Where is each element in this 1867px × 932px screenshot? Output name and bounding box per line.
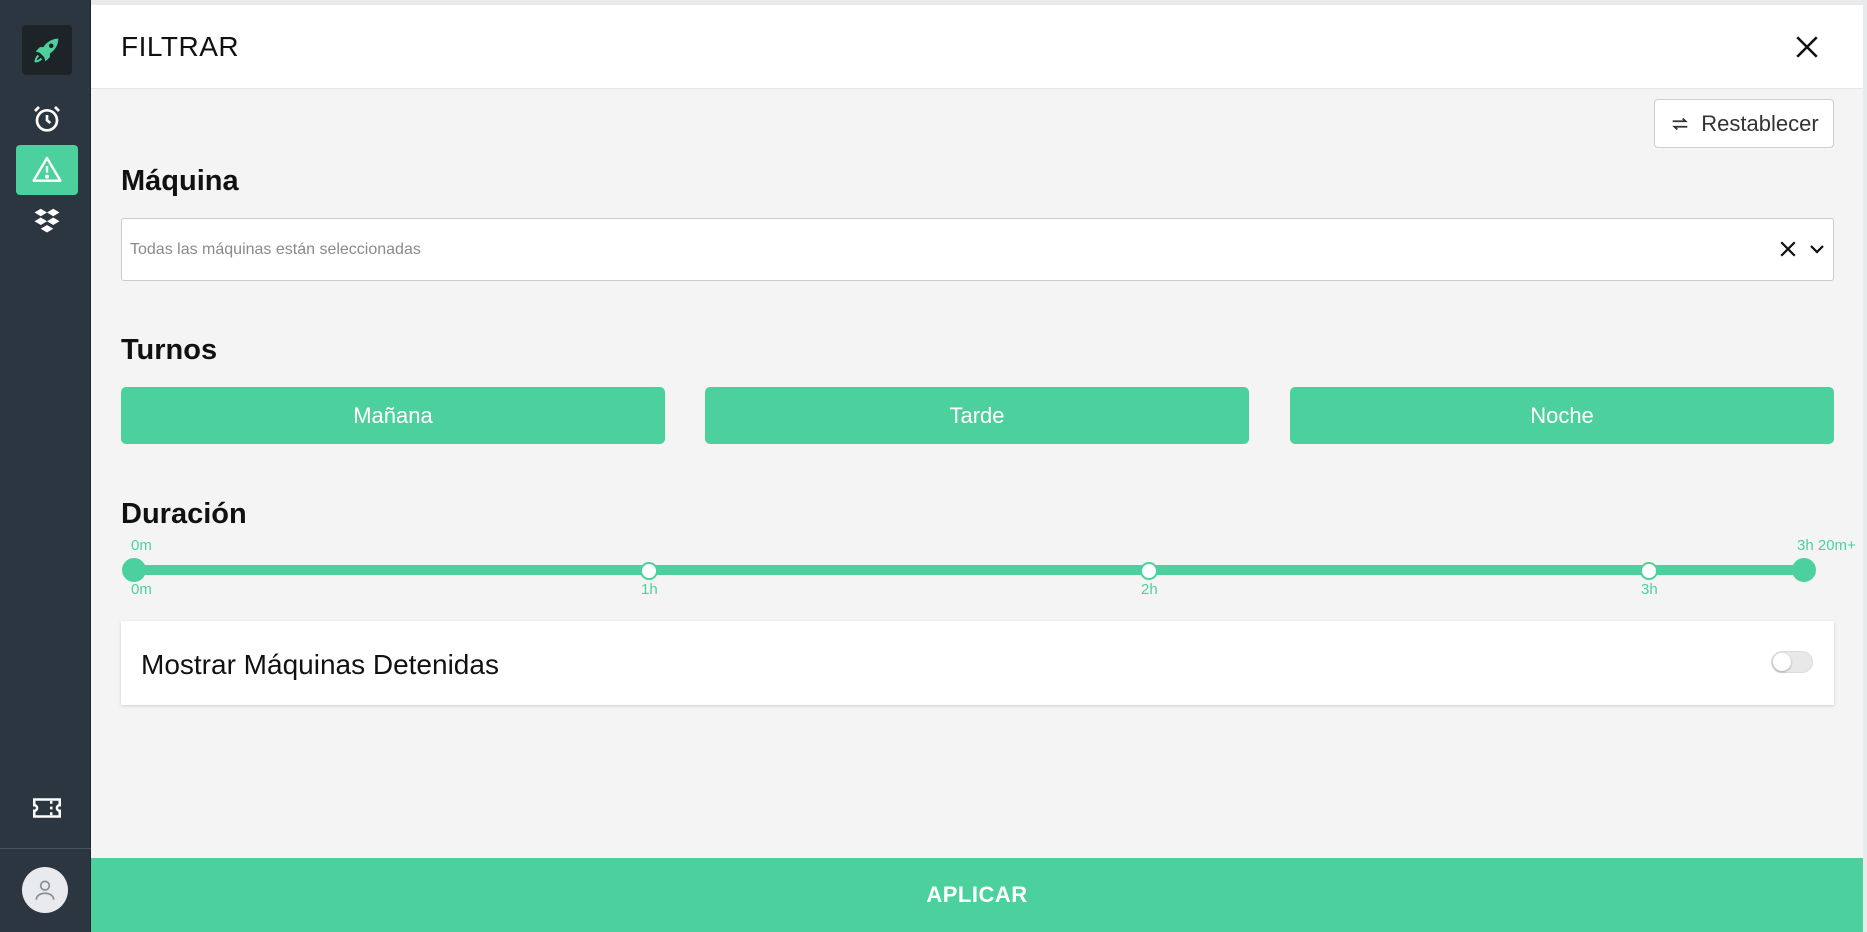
rocket-icon — [34, 38, 59, 63]
tick-label-1h: 1h — [641, 581, 658, 598]
close-icon — [1796, 36, 1818, 58]
shift-night-button[interactable]: Noche — [1290, 387, 1834, 444]
machine-clear-button[interactable] — [1776, 237, 1800, 261]
sidebar-item-alarms[interactable] — [16, 94, 78, 144]
warning-icon — [32, 156, 62, 182]
stopped-machines-toggle[interactable] — [1771, 651, 1813, 673]
filter-panel: FILTRAR Restablecer Máquina Todas las má… — [91, 5, 1863, 932]
tick-label-3h: 3h — [1641, 581, 1658, 598]
reset-label: Restablecer — [1701, 110, 1819, 136]
sidebar-divider — [0, 848, 91, 849]
alarm-clock-icon — [34, 106, 60, 132]
machine-select-placeholder: Todas las máquinas están seleccionadas — [130, 241, 421, 258]
shift-morning-button[interactable]: Mañana — [121, 387, 665, 444]
sidebar — [0, 0, 91, 932]
slider-track[interactable] — [134, 565, 1804, 575]
slider-tick-3h — [1640, 562, 1658, 580]
reset-button[interactable]: Restablecer — [1654, 99, 1834, 148]
slider-max-value: 3h 20m+ — [1797, 537, 1856, 554]
slider-min-value: 0m — [131, 537, 152, 554]
sidebar-item-stack[interactable] — [16, 195, 78, 245]
refresh-icon — [1672, 117, 1689, 130]
sidebar-item-warnings[interactable] — [16, 145, 78, 195]
panel-title: FILTRAR — [121, 31, 240, 62]
ticket-icon — [32, 798, 62, 818]
panel-header: FILTRAR — [91, 5, 1863, 89]
shifts-title: Turnos — [121, 334, 218, 366]
tick-label-0m: 0m — [131, 581, 152, 598]
machine-title: Máquina — [121, 165, 239, 197]
avatar[interactable] — [22, 867, 68, 913]
machine-select[interactable]: Todas las máquinas están seleccionadas — [121, 218, 1834, 281]
slider-tick-1h — [640, 562, 658, 580]
duration-slider[interactable]: 0m 3h 20m+ 0m 1h 2h 3h — [121, 535, 1861, 605]
clear-icon — [1780, 241, 1796, 257]
slider-tick-2h — [1140, 562, 1158, 580]
user-icon — [35, 880, 55, 900]
slider-max-handle[interactable] — [1792, 558, 1816, 582]
duration-title: Duración — [121, 498, 247, 530]
app-logo[interactable] — [22, 25, 72, 75]
chevron-down-icon — [1810, 245, 1824, 254]
app: FILTRAR Restablecer Máquina Todas las má… — [0, 0, 1867, 932]
apply-button[interactable]: APLICAR — [91, 858, 1863, 932]
stopped-machines-label: Mostrar Máquinas Detenidas — [141, 649, 499, 680]
stack-icon — [34, 208, 60, 233]
stopped-machines-card: Mostrar Máquinas Detenidas — [121, 621, 1834, 705]
sidebar-item-tickets[interactable] — [16, 783, 78, 833]
machine-dropdown-button[interactable] — [1805, 237, 1829, 261]
close-button[interactable] — [1791, 31, 1823, 63]
toggle-knob — [1773, 653, 1791, 671]
slider-min-handle[interactable] — [122, 558, 146, 582]
tick-label-2h: 2h — [1141, 581, 1158, 598]
shift-afternoon-button[interactable]: Tarde — [705, 387, 1249, 444]
